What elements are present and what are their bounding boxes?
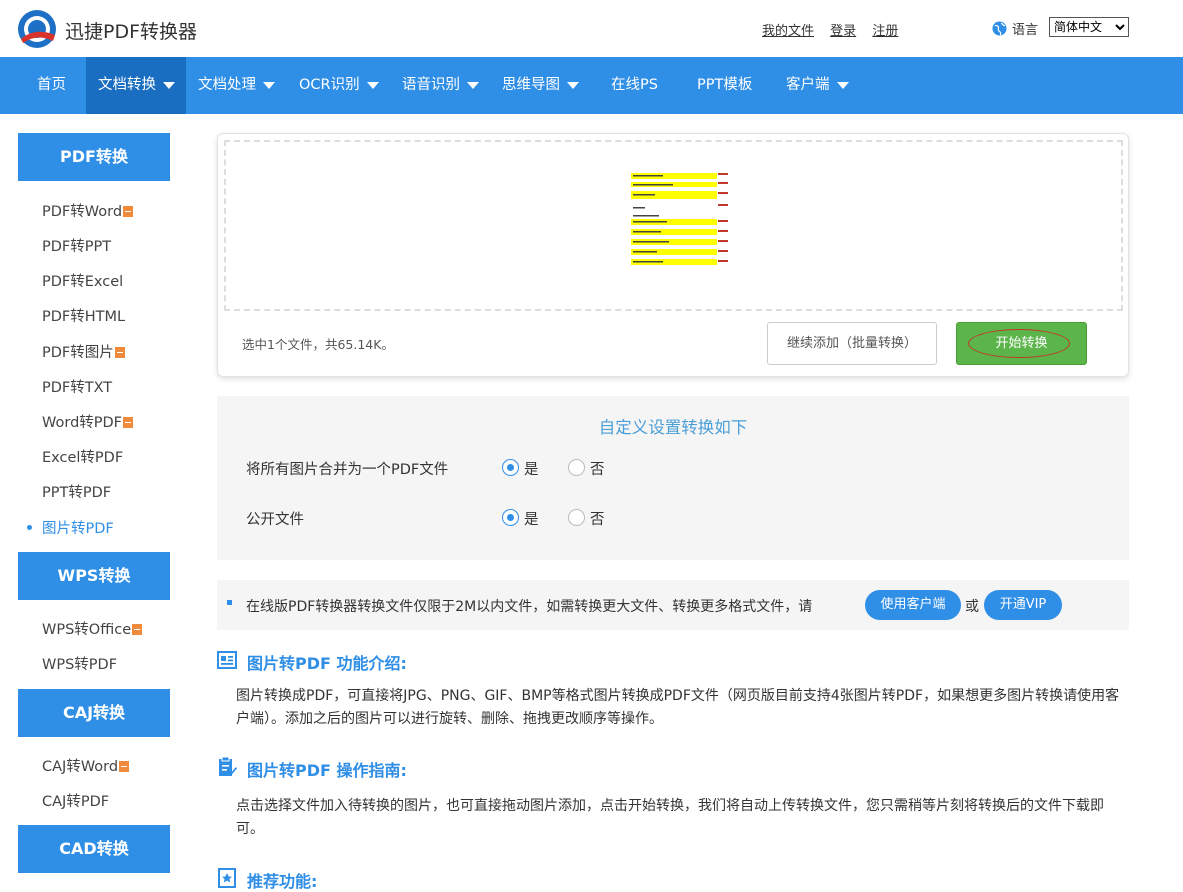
recommend-title: 推荐功能:: [247, 872, 318, 891]
sidebar-item-label: WPS转Office: [42, 622, 132, 638]
chevron-down-icon: [163, 81, 175, 89]
chevron-down-icon: [366, 81, 379, 89]
guide-title: 图片转PDF 操作指南:: [247, 761, 407, 780]
chevron-down-icon: [567, 81, 579, 89]
merge-yes-radio[interactable]: [502, 459, 519, 476]
vip-badge-icon: [114, 346, 125, 358]
nav-label: PPT模板: [697, 77, 753, 93]
vip-badge-icon: [123, 416, 134, 428]
register-link[interactable]: 注册: [872, 24, 898, 39]
drop-zone[interactable]: [224, 140, 1123, 311]
top-links: 我的文件 登录 注册: [762, 20, 910, 39]
nav-label: 文档处理: [198, 77, 256, 93]
sidebar-item-caj-word[interactable]: CAJ转Word: [42, 755, 130, 776]
open-vip-button[interactable]: 开通VIP: [984, 590, 1062, 620]
sidebar-item-pdf-html[interactable]: PDF转HTML: [42, 305, 125, 326]
intro-icon: [217, 651, 237, 669]
intro-title: 图片转PDF 功能介绍:: [247, 654, 407, 673]
chevron-down-icon: [836, 81, 849, 89]
nav-client[interactable]: 客户端: [786, 57, 849, 114]
nav-home[interactable]: 首页: [37, 57, 66, 114]
guide-icon: [219, 757, 237, 776]
upload-card: 选中1个文件，共65.14K。 继续添加（批量转换） 开始转换: [217, 133, 1129, 377]
bookmark-icon: [218, 868, 236, 888]
public-yes-radio[interactable]: [502, 509, 519, 526]
nav-label: 语音识别: [402, 77, 460, 93]
main-nav: 首页 文档转换 文档处理 OCR识别 语音识别 思维导图 在线PS PPT模板 …: [0, 57, 1183, 114]
sidebar-item-wps-office[interactable]: WPS转Office: [42, 618, 143, 639]
sidebar-item-pdf-image[interactable]: PDF转图片: [42, 341, 125, 362]
merge-yes-label[interactable]: 是: [524, 458, 539, 479]
sidebar-item-pdf-txt[interactable]: PDF转TXT: [42, 376, 112, 397]
chevron-down-icon: [467, 81, 479, 89]
logo-icon[interactable]: [17, 9, 57, 49]
nav-ppt-template[interactable]: PPT模板: [697, 57, 752, 114]
sidebar-head-wps[interactable]: WPS转换: [18, 552, 170, 600]
nav-ocr[interactable]: OCR识别: [299, 57, 379, 114]
nav-doc-convert[interactable]: 文档转换: [86, 57, 186, 114]
login-link[interactable]: 登录: [830, 24, 856, 39]
sidebar-item-word-pdf[interactable]: Word转PDF: [42, 411, 134, 432]
nav-mindmap[interactable]: 思维导图: [502, 57, 579, 114]
public-yes-label[interactable]: 是: [524, 508, 539, 529]
merge-option-label: 将所有图片合并为一个PDF文件: [246, 462, 449, 478]
nav-label: 思维导图: [502, 77, 560, 93]
vip-badge-icon: [119, 760, 130, 772]
merge-no-radio[interactable]: [568, 459, 585, 476]
vip-badge-icon: [123, 205, 134, 217]
sidebar-item-excel-pdf[interactable]: Excel转PDF: [42, 446, 123, 467]
sidebar-head-caj[interactable]: CAJ转换: [18, 689, 170, 737]
intro-body: 图片转换成PDF，可直接将JPG、PNG、GIF、BMP等格式图片转换成PDF文…: [236, 688, 1120, 727]
globe-icon: [992, 21, 1007, 36]
nav-label: 在线PS: [611, 77, 658, 93]
settings-title: 自定义设置转换如下: [598, 418, 748, 437]
sidebar-item-label: Word转PDF: [42, 415, 123, 431]
top-header: 迅捷PDF转换器 我的文件 登录 注册 语言 简体中文: [0, 0, 1183, 57]
sidebar-head-pdf[interactable]: PDF转换: [18, 133, 170, 181]
start-convert-button[interactable]: 开始转换: [956, 322, 1087, 365]
chevron-down-icon: [263, 81, 275, 89]
notice-text: 在线版PDF转换器转换文件仅限于2M以内文件，如需转换更大文件、转换更多格式文件…: [246, 599, 813, 615]
nav-speech[interactable]: 语音识别: [402, 57, 479, 114]
merge-no-label[interactable]: 否: [590, 458, 605, 479]
nav-label: 首页: [37, 77, 66, 93]
nav-doc-process[interactable]: 文档处理: [198, 57, 275, 114]
bullet-icon: [227, 600, 232, 605]
file-thumbnail[interactable]: [631, 167, 731, 269]
nav-label: 客户端: [786, 77, 830, 93]
public-option-label: 公开文件: [246, 512, 304, 528]
add-more-button[interactable]: 继续添加（批量转换）: [767, 322, 937, 365]
settings-panel: 自定义设置转换如下 将所有图片合并为一个PDF文件 是 否 公开文件 是 否: [217, 396, 1129, 560]
sidebar-item-pdf-word[interactable]: PDF转Word: [42, 200, 134, 221]
sidebar-item-ppt-pdf[interactable]: PPT转PDF: [42, 481, 111, 502]
nav-label: OCR识别: [299, 77, 360, 93]
my-files-link[interactable]: 我的文件: [762, 24, 814, 39]
use-client-button[interactable]: 使用客户端: [865, 590, 961, 620]
language-label: 语言: [1012, 23, 1039, 38]
language-switch: 语言 简体中文: [992, 17, 1129, 38]
file-info-text: 选中1个文件，共65.14K。: [242, 337, 394, 352]
sidebar-item-image-pdf[interactable]: 图片转PDF: [27, 517, 114, 538]
notice-bar: 在线版PDF转换器转换文件仅限于2M以内文件，如需转换更大文件、转换更多格式文件…: [217, 580, 1129, 630]
language-select[interactable]: 简体中文: [1049, 17, 1129, 37]
nav-online-ps[interactable]: 在线PS: [611, 57, 658, 114]
guide-body: 点击选择文件加入待转换的图片，也可直接拖动图片添加，点击开始转换，我们将自动上传…: [236, 798, 1104, 837]
vip-badge-icon: [132, 623, 143, 635]
brand-name[interactable]: 迅捷PDF转换器: [65, 17, 197, 44]
sidebar-item-label: PDF转Word: [42, 204, 123, 220]
sidebar-item-caj-pdf[interactable]: CAJ转PDF: [42, 790, 109, 811]
sidebar-item-pdf-ppt[interactable]: PDF转PPT: [42, 235, 111, 256]
nav-label: 文档转换: [98, 77, 156, 93]
highlight-ring: [968, 329, 1070, 358]
sidebar-item-wps-pdf[interactable]: WPS转PDF: [42, 653, 117, 674]
public-no-radio[interactable]: [568, 509, 585, 526]
public-no-label[interactable]: 否: [590, 508, 605, 529]
sidebar-item-label: PDF转图片: [42, 345, 114, 361]
sidebar-head-cad[interactable]: CAD转换: [18, 825, 170, 873]
or-text: 或: [965, 599, 979, 615]
sidebar-item-label: CAJ转Word: [42, 759, 119, 775]
sidebar-item-pdf-excel[interactable]: PDF转Excel: [42, 270, 123, 291]
